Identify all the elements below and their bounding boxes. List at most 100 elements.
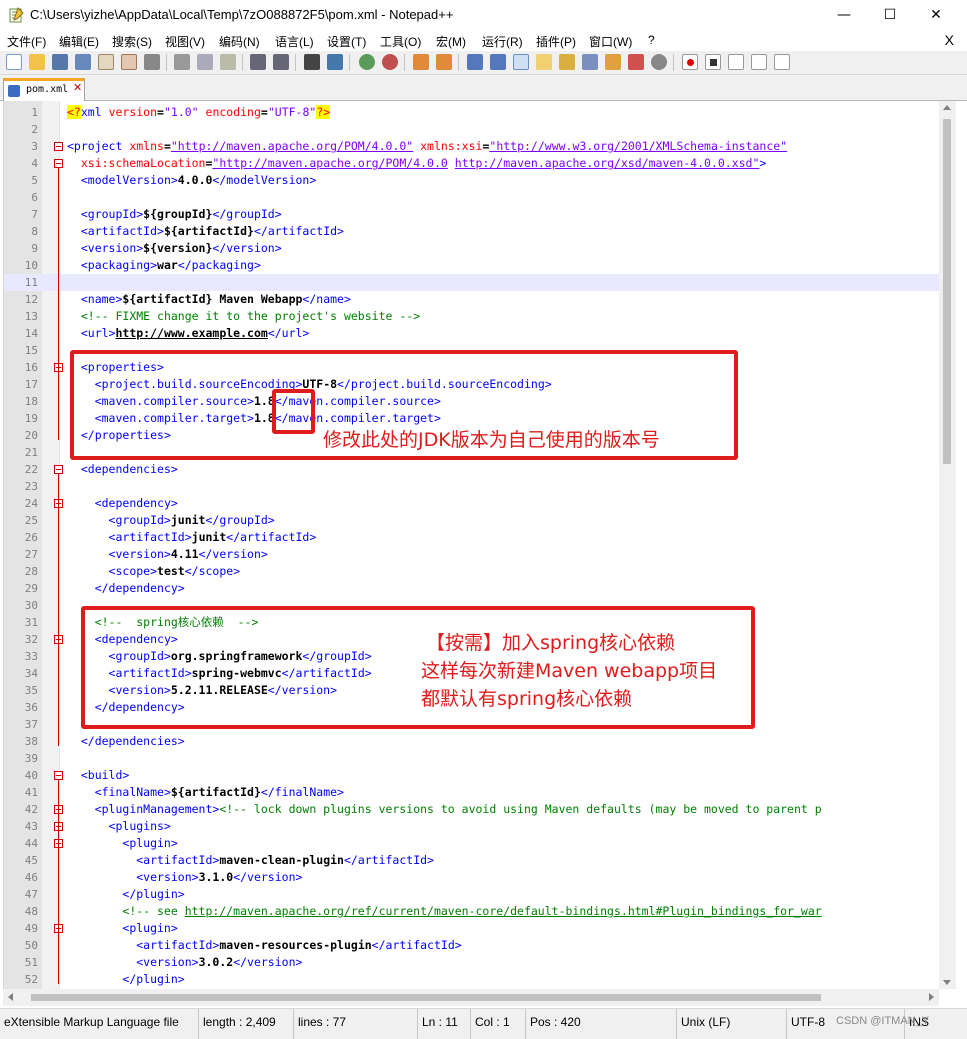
code-line[interactable]: 22 <dependencies>	[4, 461, 939, 478]
stop-macro-icon[interactable]	[705, 54, 721, 70]
code-line[interactable]: 23	[4, 478, 939, 495]
cut-icon[interactable]	[174, 54, 190, 70]
fold-toggle-icon[interactable]	[54, 465, 63, 474]
menu-help[interactable]: ?	[648, 33, 655, 47]
code-line[interactable]: 46 <version>3.1.0</version>	[4, 869, 939, 886]
code-line[interactable]: 28 <scope>test</scope>	[4, 563, 939, 580]
close-icon[interactable]	[98, 54, 114, 70]
code-line[interactable]: 41 <finalName>${artifactId}</finalName>	[4, 784, 939, 801]
vertical-scroll-thumb[interactable]	[943, 119, 951, 464]
code-line[interactable]: 40 <build>	[4, 767, 939, 784]
new-file-icon[interactable]	[6, 54, 22, 70]
code-line[interactable]: 12 <name>${artifactId} Maven Webapp</nam…	[4, 291, 939, 308]
doc-map-icon[interactable]	[559, 54, 575, 70]
menu-plugins[interactable]: 插件(P)	[536, 33, 576, 50]
menu-edit[interactable]: 编辑(E)	[59, 33, 99, 50]
maximize-button[interactable]: ☐	[867, 0, 913, 31]
fold-toggle-icon[interactable]	[54, 771, 63, 780]
code-line[interactable]: 8 <artifactId>${artifactId}</artifactId>	[4, 223, 939, 240]
zoom-in-icon[interactable]	[359, 54, 375, 70]
code-line[interactable]: 10 <packaging>war</packaging>	[4, 257, 939, 274]
code-line[interactable]: 44 <plugin>	[4, 835, 939, 852]
code-line[interactable]: 39	[4, 750, 939, 767]
code-line[interactable]: 11	[4, 274, 939, 291]
code-line[interactable]: 52 </plugin>	[4, 971, 939, 988]
scroll-right-icon[interactable]	[929, 993, 934, 1001]
vertical-scrollbar[interactable]	[939, 101, 956, 989]
sync-h-icon[interactable]	[436, 54, 452, 70]
menu-window[interactable]: 窗口(W)	[589, 33, 632, 50]
find-icon[interactable]	[304, 54, 320, 70]
horizontal-scroll-thumb[interactable]	[31, 994, 821, 1001]
close-window-button[interactable]: ✕	[913, 0, 959, 31]
udl-icon[interactable]	[536, 54, 552, 70]
code-line[interactable]: 13 <!-- FIXME change it to the project's…	[4, 308, 939, 325]
code-line[interactable]: 49 <plugin>	[4, 920, 939, 937]
code-line[interactable]: 7 <groupId>${groupId}</groupId>	[4, 206, 939, 223]
redo-icon[interactable]	[273, 54, 289, 70]
wrap-icon[interactable]	[467, 54, 483, 70]
code-line[interactable]: 27 <version>4.11</version>	[4, 546, 939, 563]
paste-icon[interactable]	[220, 54, 236, 70]
scroll-up-icon[interactable]	[943, 105, 951, 110]
code-line[interactable]: 48 <!-- see http://maven.apache.org/ref/…	[4, 903, 939, 920]
save-macro-icon[interactable]	[774, 54, 790, 70]
zoom-out-icon[interactable]	[382, 54, 398, 70]
tab-close-icon[interactable]: ✕	[73, 82, 83, 93]
code-line[interactable]: 9 <version>${version}</version>	[4, 240, 939, 257]
sync-v-icon[interactable]	[413, 54, 429, 70]
close-all-icon[interactable]	[121, 54, 137, 70]
indent-guide-icon[interactable]	[513, 54, 529, 70]
code-line[interactable]: 2	[4, 121, 939, 138]
monitor-icon[interactable]	[628, 54, 644, 70]
scroll-down-icon[interactable]	[943, 980, 951, 985]
menu-encoding[interactable]: 编码(N)	[219, 33, 260, 50]
copy-icon[interactable]	[197, 54, 213, 70]
horizontal-scrollbar[interactable]	[3, 989, 939, 1006]
fold-toggle-icon[interactable]	[54, 159, 63, 168]
play-macro-icon[interactable]	[728, 54, 744, 70]
code-line[interactable]: 38 </dependencies>	[4, 733, 939, 750]
menu-tools[interactable]: 工具(O)	[380, 33, 421, 50]
code-line[interactable]: 29 </dependency>	[4, 580, 939, 597]
menu-settings[interactable]: 设置(T)	[327, 33, 366, 50]
menu-search[interactable]: 搜索(S)	[112, 33, 152, 50]
code-line[interactable]: 6	[4, 189, 939, 206]
code-line[interactable]: 5 <modelVersion>4.0.0</modelVersion>	[4, 172, 939, 189]
scroll-left-icon[interactable]	[8, 993, 13, 1001]
tab-pom-xml[interactable]: pom.xml ✕	[3, 78, 85, 101]
menu-view[interactable]: 视图(V)	[165, 33, 205, 50]
record-macro-icon[interactable]	[682, 54, 698, 70]
code-line[interactable]: 42 <pluginManagement><!-- lock down plug…	[4, 801, 939, 818]
eye-icon[interactable]	[651, 54, 667, 70]
menu-macro[interactable]: 宏(M)	[436, 33, 466, 50]
fold-toggle-icon[interactable]	[54, 142, 63, 151]
code-line[interactable]: 47 </plugin>	[4, 886, 939, 903]
run-macro-multi-icon[interactable]	[751, 54, 767, 70]
code-line[interactable]: 25 <groupId>junit</groupId>	[4, 512, 939, 529]
save-all-icon[interactable]	[75, 54, 91, 70]
code-line[interactable]: 51 <version>3.0.2</version>	[4, 954, 939, 971]
editor-area[interactable]: 1 <?xml version="1.0" encoding="UTF-8"?> 2…	[3, 101, 939, 989]
close-document-button[interactable]: X	[945, 32, 954, 48]
code-line[interactable]: 14 <url>http://www.example.com</url>	[4, 325, 939, 342]
code-line[interactable]: 45 <artifactId>maven-clean-plugin</artif…	[4, 852, 939, 869]
code-line[interactable]: 3 <project xmlns="http://maven.apache.org…	[4, 138, 939, 155]
code-line[interactable]: 1 <?xml version="1.0" encoding="UTF-8"?>	[4, 104, 939, 121]
undo-icon[interactable]	[250, 54, 266, 70]
function-list-icon[interactable]	[582, 54, 598, 70]
open-file-icon[interactable]	[29, 54, 45, 70]
code-line[interactable]: 24 <dependency>	[4, 495, 939, 512]
folder-workspace-icon[interactable]	[605, 54, 621, 70]
code-line[interactable]: 50 <artifactId>maven-resources-plugin</a…	[4, 937, 939, 954]
minimize-button[interactable]: —	[821, 0, 867, 31]
code-line[interactable]: 43 <plugins>	[4, 818, 939, 835]
menu-run[interactable]: 运行(R)	[482, 33, 523, 50]
show-all-icon[interactable]	[490, 54, 506, 70]
code-line[interactable]: 26 <artifactId>junit</artifactId>	[4, 529, 939, 546]
replace-icon[interactable]	[327, 54, 343, 70]
save-icon[interactable]	[52, 54, 68, 70]
menu-file[interactable]: 文件(F)	[7, 33, 46, 50]
print-icon[interactable]	[144, 54, 160, 70]
code-line[interactable]: 4 xsi:schemaLocation="http://maven.apach…	[4, 155, 939, 172]
